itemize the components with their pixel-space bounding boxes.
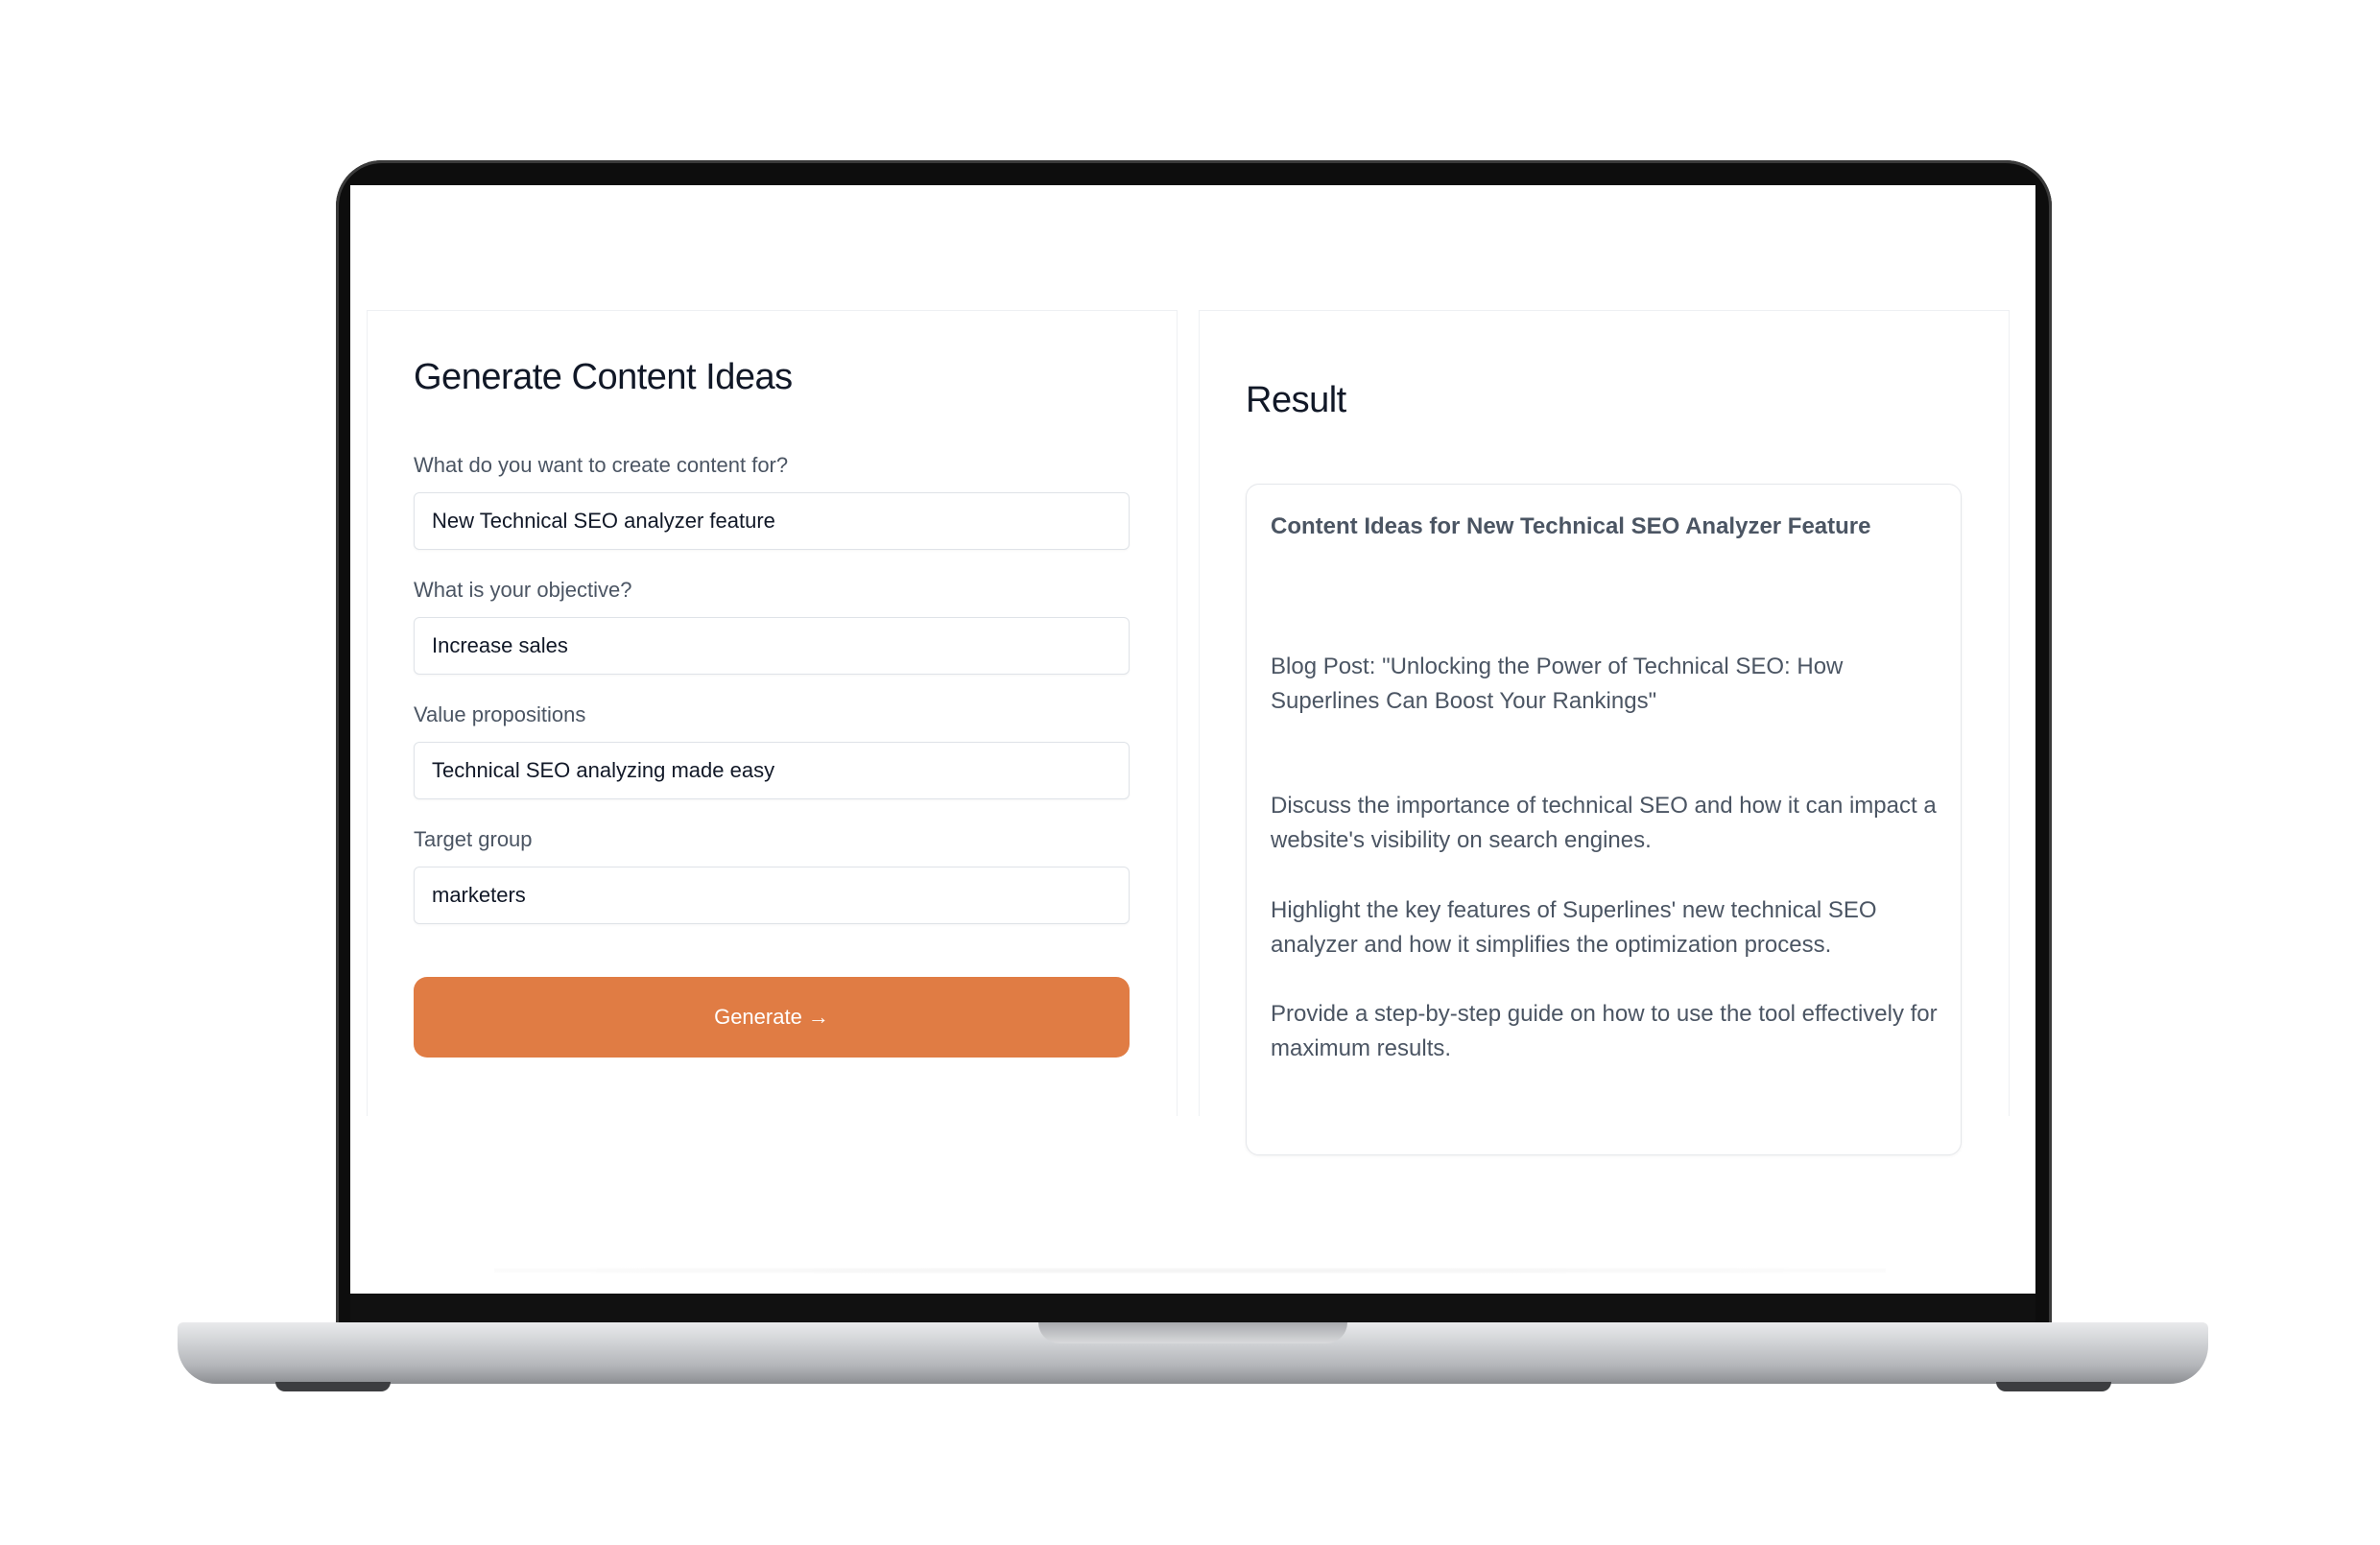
result-paragraph: Blog Post: "Unlocking the Power of Techn… <box>1271 654 1844 714</box>
form-title: Generate Content Ideas <box>414 357 793 397</box>
objective-input[interactable] <box>414 617 1130 675</box>
result-panel: Result Content Ideas for New Technical S… <box>1199 310 2010 1155</box>
content-ideas-form-panel: Generate Content Ideas What do you want … <box>367 310 1178 1116</box>
result-heading: Content Ideas for New Technical SEO Anal… <box>1271 513 1871 539</box>
generate-button[interactable]: Generate → <box>414 977 1130 1058</box>
result-paragraph: Provide a step-by-step guide on how to u… <box>1271 1001 1938 1061</box>
result-title: Result <box>1246 380 1346 420</box>
result-output: Content Ideas for New Technical SEO Anal… <box>1246 484 1962 1155</box>
content-subject-label: What do you want to create content for? <box>414 453 789 477</box>
laptop-hinge-notch <box>1038 1322 1347 1343</box>
result-paragraph: Discuss the importance of technical SEO … <box>1271 793 1937 853</box>
screen-shadow <box>494 1268 1886 1273</box>
laptop-mockup: Generate Content Ideas What do you want … <box>0 0 2380 1545</box>
objective-label: What is your objective? <box>414 578 632 602</box>
result-paragraph: Highlight the key features of Superlines… <box>1271 897 1877 958</box>
target-group-input[interactable] <box>414 867 1130 924</box>
value-propositions-label: Value propositions <box>414 702 586 726</box>
target-group-label: Target group <box>414 827 533 851</box>
laptop-foot-left <box>275 1382 391 1391</box>
value-propositions-input[interactable] <box>414 742 1130 799</box>
laptop-screen-bezel <box>350 1294 2035 1322</box>
laptop-foot-right <box>1996 1382 2111 1391</box>
app-screen: Generate Content Ideas What do you want … <box>350 185 2035 1294</box>
content-subject-input[interactable] <box>414 492 1130 550</box>
